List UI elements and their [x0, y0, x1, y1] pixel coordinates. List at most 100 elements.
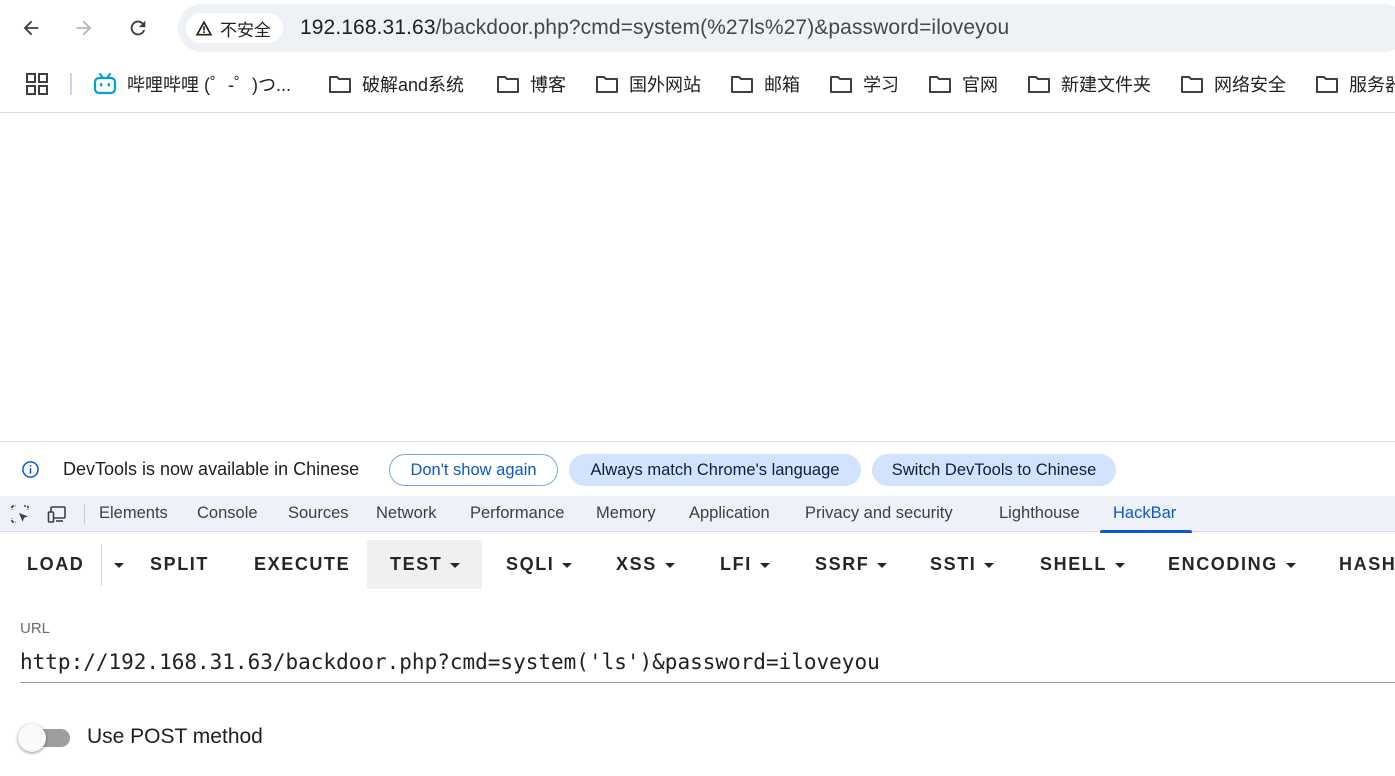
- lfi-label: LFI: [720, 553, 752, 574]
- tab-lighthouse[interactable]: Lighthouse: [999, 504, 1080, 523]
- load-button[interactable]: LOAD: [27, 540, 84, 588]
- bookmark-label: 破解and系统: [362, 75, 465, 95]
- folder-icon: [929, 76, 951, 93]
- caret-down-icon: [759, 562, 770, 568]
- inspect-element-icon[interactable]: [10, 504, 30, 524]
- shell-label: SHELL: [1040, 553, 1108, 574]
- security-chip[interactable]: 不安全: [186, 13, 283, 43]
- dont-show-again-button[interactable]: Don't show again: [389, 454, 558, 486]
- bookmark-folder[interactable]: 学习: [829, 70, 899, 98]
- bookmarks-separator: [70, 73, 72, 95]
- devtools-tabbar: Elements Console Sources Network Perform…: [0, 496, 1395, 532]
- split-label: SPLIT: [150, 553, 210, 574]
- bookmark-folder[interactable]: 服务器: [1315, 70, 1395, 98]
- bookmark-label: 网络安全: [1214, 75, 1286, 95]
- bookmark-folder[interactable]: 博客: [496, 70, 566, 98]
- encoding-menu-button[interactable]: ENCODING: [1168, 540, 1296, 588]
- bookmark-label: 国外网站: [629, 75, 701, 95]
- back-button[interactable]: [13, 10, 49, 46]
- address-text[interactable]: 192.168.31.63/backdoor.php?cmd=system(%2…: [300, 16, 1009, 40]
- apps-grid-icon[interactable]: [25, 72, 49, 96]
- execute-label: EXECUTE: [254, 553, 351, 574]
- tabbar-separator: [84, 504, 85, 524]
- caret-down-icon: [877, 562, 888, 568]
- tab-elements[interactable]: Elements: [99, 504, 168, 523]
- ssti-label: SSTI: [930, 553, 977, 574]
- hackbar-toolbar: LOAD SPLIT EXECUTE TEST SQLI XSS LFI SSR…: [0, 538, 1395, 590]
- toggle-thumb: [18, 724, 46, 752]
- reload-button[interactable]: [120, 10, 156, 46]
- tab-network[interactable]: Network: [376, 504, 437, 523]
- post-method-toggle[interactable]: [18, 724, 72, 752]
- bookmark-bilibili[interactable]: 哔哩哔哩 (゜-゜)つ...: [93, 70, 291, 98]
- device-toolbar-icon[interactable]: [47, 504, 67, 524]
- page-viewport: [0, 114, 1395, 441]
- forward-button[interactable]: [66, 10, 102, 46]
- hackbar-url-input[interactable]: http://192.168.31.63/backdoor.php?cmd=sy…: [20, 648, 1395, 683]
- tab-sources[interactable]: Sources: [288, 504, 349, 523]
- folder-icon: [731, 76, 753, 93]
- tab-console[interactable]: Console: [197, 504, 258, 523]
- url-field-label: URL: [20, 620, 51, 637]
- bookmark-folder[interactable]: 新建文件夹: [1027, 70, 1151, 98]
- ssrf-label: SSRF: [815, 553, 870, 574]
- sqli-menu-button[interactable]: SQLI: [506, 540, 573, 588]
- load-label: LOAD: [27, 553, 85, 574]
- security-label: 不安全: [220, 20, 271, 40]
- caret-down-icon: [1115, 562, 1126, 568]
- folder-icon: [830, 76, 852, 93]
- folder-icon: [596, 76, 618, 93]
- caret-down-icon: [114, 562, 124, 568]
- bookmark-label: 博客: [530, 75, 566, 95]
- xss-label: XSS: [616, 553, 657, 574]
- sqli-label: SQLI: [506, 553, 555, 574]
- tab-performance[interactable]: Performance: [470, 504, 564, 523]
- bookmark-folder[interactable]: 网络安全: [1180, 70, 1286, 98]
- bookmark-folder[interactable]: 邮箱: [730, 70, 800, 98]
- tab-application[interactable]: Application: [689, 504, 770, 523]
- encoding-label: ENCODING: [1168, 553, 1278, 574]
- ssti-menu-button[interactable]: SSTI: [930, 540, 995, 588]
- bookmark-folder[interactable]: 国外网站: [595, 70, 701, 98]
- tab-privacy-security[interactable]: Privacy and security: [805, 504, 953, 523]
- browser-toolbar: 不安全 192.168.31.63/backdoor.php?cmd=syste…: [0, 0, 1395, 56]
- always-match-language-button[interactable]: Always match Chrome's language: [569, 454, 861, 486]
- shell-menu-button[interactable]: SHELL: [1040, 540, 1126, 588]
- tab-hackbar[interactable]: HackBar: [1113, 504, 1176, 523]
- load-dropdown-button[interactable]: [106, 540, 124, 588]
- caret-down-icon: [984, 562, 995, 568]
- test-menu-button[interactable]: TEST: [390, 540, 461, 588]
- execute-button[interactable]: EXECUTE: [254, 540, 350, 588]
- split-button[interactable]: SPLIT: [150, 540, 209, 588]
- bookmark-label: 邮箱: [764, 75, 800, 95]
- ssrf-menu-button[interactable]: SSRF: [815, 540, 888, 588]
- lfi-menu-button[interactable]: LFI: [720, 540, 770, 588]
- xss-menu-button[interactable]: XSS: [616, 540, 675, 588]
- switch-devtools-chinese-button[interactable]: Switch DevTools to Chinese: [872, 454, 1116, 486]
- devtools-infobar: DevTools is now available in Chinese Don…: [0, 441, 1395, 496]
- bookmark-label: 哔哩哔哩 (゜-゜)つ...: [127, 75, 291, 95]
- bookmark-label: 官网: [962, 75, 998, 95]
- folder-icon: [1181, 76, 1203, 93]
- warning-icon: [195, 20, 213, 36]
- url-host: 192.168.31.63: [300, 16, 436, 39]
- omnibox[interactable]: 不安全 192.168.31.63/backdoor.php?cmd=syste…: [178, 4, 1395, 52]
- bookmark-folder[interactable]: 破解and系统: [328, 70, 464, 98]
- bookmark-label: 服务器: [1349, 75, 1395, 95]
- bookmark-label: 学习: [863, 75, 899, 95]
- bookmark-label: 新建文件夹: [1061, 75, 1151, 95]
- active-tab-indicator: [1100, 530, 1192, 533]
- hash-label: HASH: [1339, 553, 1395, 574]
- caret-down-icon: [664, 562, 675, 568]
- bookmark-folder[interactable]: 官网: [928, 70, 998, 98]
- bilibili-icon: [93, 72, 117, 95]
- caret-down-icon: [1285, 562, 1296, 568]
- folder-icon: [497, 76, 519, 93]
- bookmarks-bar: 哔哩哔哩 (゜-゜)つ... 破解and系统 博客 国外网站 邮箱 学习 官网 …: [0, 56, 1395, 113]
- hash-menu-button[interactable]: HASH: [1339, 540, 1395, 588]
- url-path: /backdoor.php?cmd=system(%27ls%27)&passw…: [435, 16, 1010, 39]
- folder-icon: [1028, 76, 1050, 93]
- caret-down-icon: [562, 562, 573, 568]
- tab-memory[interactable]: Memory: [596, 504, 656, 523]
- caret-down-icon: [450, 562, 461, 568]
